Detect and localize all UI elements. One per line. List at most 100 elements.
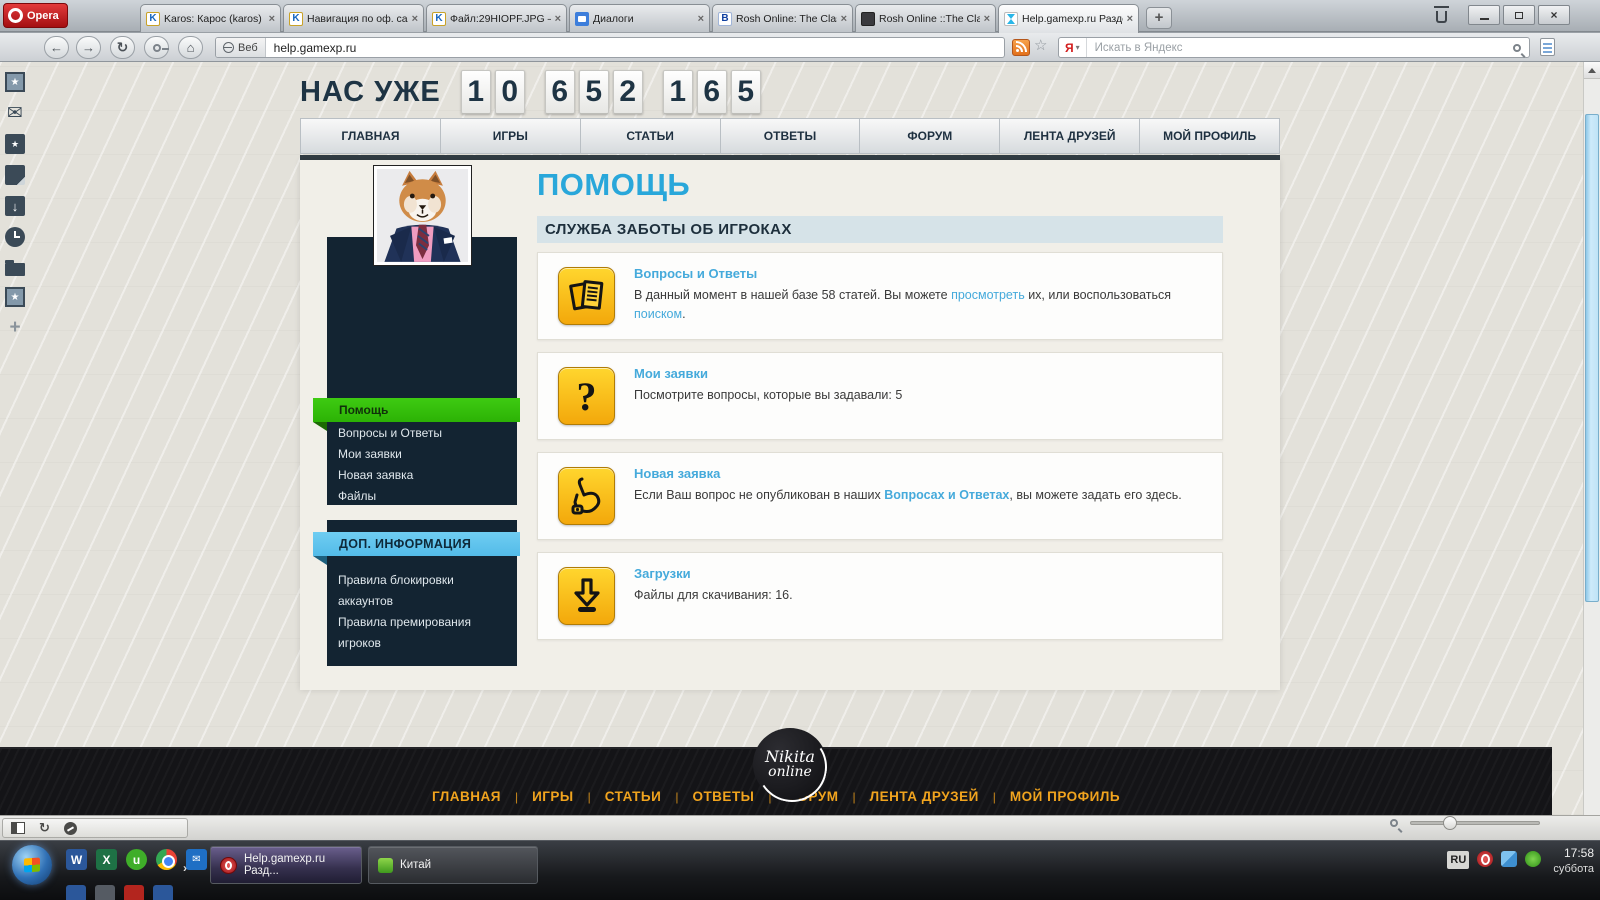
notes-panel-icon[interactable] xyxy=(5,165,25,185)
questions-answers-link[interactable]: Вопросах и Ответах xyxy=(884,488,1009,502)
back-button[interactable]: ← xyxy=(44,36,69,59)
nav-my-profile[interactable]: МОЙ ПРОФИЛЬ xyxy=(1140,119,1279,153)
nav-games[interactable]: ИГРЫ xyxy=(441,119,581,153)
app-icon[interactable] xyxy=(95,885,115,900)
turbo-icon[interactable] xyxy=(64,822,77,835)
tab-file[interactable]: K Файл:29HIOPF.JPG — ... × xyxy=(426,4,567,32)
search-field[interactable]: Я ▾ Искать в Яндекс xyxy=(1058,37,1530,58)
links-icon[interactable]: ★ xyxy=(5,287,25,307)
notes-icon[interactable] xyxy=(1540,38,1555,56)
quick-launch-expand-icon[interactable]: › xyxy=(183,861,187,875)
nav-forum[interactable]: ФОРУМ xyxy=(860,119,1000,153)
outlook-icon[interactable]: ✉ xyxy=(186,849,207,870)
panel-toggle-icon[interactable] xyxy=(11,822,25,834)
app-icon[interactable] xyxy=(153,885,173,900)
sidebar-item-new-request[interactable]: Новая заявка xyxy=(338,465,508,486)
forward-button[interactable]: → xyxy=(76,36,101,59)
tab-dialogs[interactable]: Диалоги × xyxy=(569,4,710,32)
new-tab-button[interactable]: + xyxy=(1146,7,1172,29)
card-title-link[interactable]: Мои заявки xyxy=(634,366,708,381)
restore-button[interactable] xyxy=(1503,5,1535,25)
taskbar-button-opera[interactable]: Help.gamexp.ru Разд... xyxy=(210,846,362,884)
tab-close-icon[interactable]: × xyxy=(698,13,704,25)
utorrent-icon[interactable]: u xyxy=(126,849,147,870)
downloads-icon[interactable]: ↓ xyxy=(5,196,25,216)
scrollbar-thumb[interactable] xyxy=(1585,114,1599,602)
tab-navigation[interactable]: K Навигация по оф. сайт... × xyxy=(283,4,424,32)
protocol-badge[interactable]: Веб xyxy=(216,38,266,57)
tab-rosh-1[interactable]: B Rosh Online: The Classic... × xyxy=(712,4,853,32)
tab-close-icon[interactable]: × xyxy=(841,13,847,25)
footer-nav-friends-feed[interactable]: ЛЕНТА ДРУЗЕЙ xyxy=(870,789,979,804)
add-panel-icon[interactable]: + xyxy=(5,318,25,338)
rss-icon[interactable] xyxy=(1012,39,1030,56)
scroll-up-arrow[interactable] xyxy=(1584,62,1600,79)
tab-karos[interactable]: K Karos: Карос (karos) на... × xyxy=(140,4,281,32)
page-scrollbar[interactable] xyxy=(1583,62,1600,815)
view-link[interactable]: просмотреть xyxy=(951,288,1025,302)
sidebar-item-files[interactable]: Файлы xyxy=(338,486,508,507)
chrome-icon[interactable] xyxy=(156,849,177,870)
search-placeholder: Искать в Яндекс xyxy=(1087,42,1513,54)
home-button[interactable]: ⌂ xyxy=(178,36,203,59)
tray-opera-icon[interactable] xyxy=(1477,851,1493,867)
search-link[interactable]: поиском xyxy=(634,307,682,321)
history-icon[interactable] xyxy=(5,227,25,247)
nav-main[interactable]: ГЛАВНАЯ xyxy=(301,119,441,153)
opera-menu-button[interactable]: Opera xyxy=(3,3,68,28)
word-icon[interactable]: W xyxy=(66,849,87,870)
card-title-link[interactable]: Вопросы и Ответы xyxy=(634,266,757,281)
minimize-icon xyxy=(1480,18,1489,20)
card-text: Файлы для скачивания: 16. xyxy=(634,588,793,602)
tab-close-icon[interactable]: × xyxy=(269,13,275,25)
language-indicator[interactable]: RU xyxy=(1447,851,1469,869)
tab-close-icon[interactable]: × xyxy=(555,13,561,25)
tab-close-icon[interactable]: × xyxy=(1127,13,1133,25)
app-icon[interactable] xyxy=(66,885,86,900)
clock[interactable]: 17:58 суббота xyxy=(1553,845,1594,877)
sidebar-item-my-requests[interactable]: Мои заявки xyxy=(338,444,508,465)
mail-icon[interactable]: ✉ xyxy=(5,103,25,123)
nav-friends-feed[interactable]: ЛЕНТА ДРУЗЕЙ xyxy=(1000,119,1140,153)
tab-rosh-2[interactable]: Rosh Online ::The Classi... × xyxy=(855,4,996,32)
footer-nav-answers[interactable]: ОТВЕТЫ xyxy=(692,789,754,804)
tray-utorrent-icon[interactable] xyxy=(1525,851,1541,867)
user-avatar[interactable] xyxy=(373,165,472,266)
footer-nav-my-profile[interactable]: МОЙ ПРОФИЛЬ xyxy=(1010,789,1120,804)
tab-close-icon[interactable]: × xyxy=(412,13,418,25)
zoom-slider[interactable] xyxy=(1410,821,1540,825)
app-icon[interactable] xyxy=(124,885,144,900)
tab-close-icon[interactable]: × xyxy=(984,13,990,25)
speed-dial-icon[interactable]: ★ xyxy=(5,72,25,92)
sidebar-item-questions[interactable]: Вопросы и Ответы xyxy=(338,423,508,444)
card-title-link[interactable]: Загрузки xyxy=(634,566,691,581)
sidebar-item-reward-rules[interactable]: Правила премирования игроков xyxy=(338,612,500,654)
taskbar-button-kitay[interactable]: Китай xyxy=(368,846,538,884)
sidebar-item-help-active[interactable]: Помощь xyxy=(313,398,520,422)
url-field[interactable]: Веб help.gamexp.ru xyxy=(215,37,1005,58)
sidebar-item-block-rules[interactable]: Правила блокировки аккаунтов xyxy=(338,570,500,612)
folders-icon[interactable] xyxy=(5,263,25,276)
security-key-button[interactable] xyxy=(144,36,169,59)
reload-button[interactable]: ↻ xyxy=(110,36,135,59)
bookmarks-icon[interactable]: ★ xyxy=(5,134,25,154)
footer-nav-games[interactable]: ИГРЫ xyxy=(532,789,574,804)
start-button[interactable] xyxy=(12,845,52,885)
closed-tabs-trash-button[interactable] xyxy=(1428,6,1454,28)
tray-network-icon[interactable] xyxy=(1501,851,1517,867)
nav-answers[interactable]: ОТВЕТЫ xyxy=(721,119,861,153)
zoom-slider-thumb[interactable] xyxy=(1443,816,1457,830)
search-engine-selector[interactable]: Я ▾ xyxy=(1059,38,1087,57)
sync-icon[interactable]: ↻ xyxy=(39,820,50,836)
footer-nav-articles[interactable]: СТАТЬИ xyxy=(605,789,662,804)
nav-articles[interactable]: СТАТЬИ xyxy=(581,119,721,153)
bookmark-star-icon[interactable]: ☆ xyxy=(1034,36,1047,54)
excel-icon[interactable]: X xyxy=(96,849,117,870)
card-title-link[interactable]: Новая заявка xyxy=(634,466,720,481)
close-button[interactable]: × xyxy=(1538,5,1570,25)
search-icon[interactable] xyxy=(1513,44,1521,52)
footer-nav-main[interactable]: ГЛАВНАЯ xyxy=(432,789,501,804)
card-text: их, или воспользоваться xyxy=(1025,288,1171,302)
tab-help-gamexp-active[interactable]: Help.gamexp.ru Раздел... × xyxy=(998,4,1139,33)
minimize-button[interactable] xyxy=(1468,5,1500,25)
